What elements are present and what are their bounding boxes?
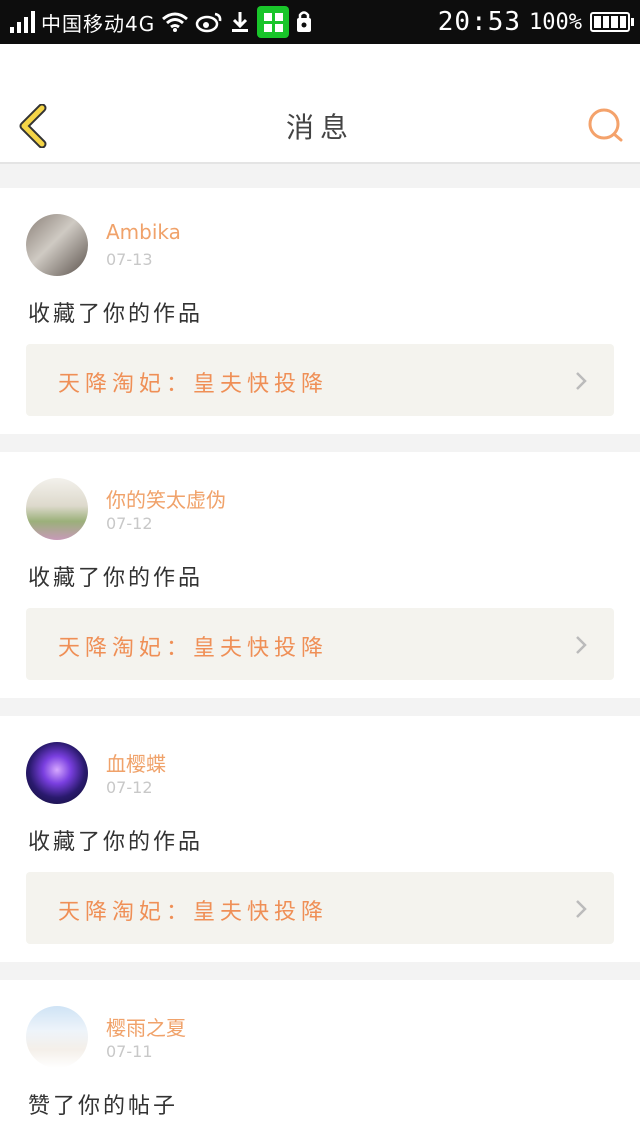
search-icon[interactable] (586, 106, 624, 144)
username[interactable]: 樱雨之夏 (106, 1012, 186, 1041)
battery-percent: 100% (529, 9, 582, 35)
work-title: 天降淘妃：皇夫快投降 (58, 372, 329, 397)
username[interactable]: 血樱蝶 (106, 748, 166, 777)
message-text: 收藏了你的作品 (28, 830, 204, 855)
message-text: 收藏了你的作品 (28, 302, 204, 327)
page-title: 消息 (285, 111, 354, 144)
clock: 20:53 (437, 7, 522, 37)
lock-bag-icon (297, 11, 312, 32)
message-text: 收藏了你的作品 (28, 566, 204, 591)
avatar[interactable] (26, 1006, 88, 1068)
chevron-right-icon (576, 372, 587, 390)
username[interactable]: Ambika (106, 220, 181, 244)
message-date: 07-11 (106, 1042, 153, 1061)
message-card: 你的笑太虚伪 07-12 收藏了你的作品 天降淘妃：皇夫快投降 (0, 452, 640, 698)
status-bar: 中国移动4G 20:53 100% (0, 0, 640, 44)
battery-icon (590, 12, 634, 32)
message-text: 赞了你的帖子 (28, 1094, 179, 1119)
work-link[interactable]: 天降淘妃：皇夫快投降 (26, 872, 614, 944)
signal-icon (10, 11, 35, 33)
message-card: 血樱蝶 07-12 收藏了你的作品 天降淘妃：皇夫快投降 (0, 716, 640, 962)
app-notification-icon (257, 6, 290, 38)
weibo-icon (195, 12, 222, 33)
chevron-right-icon (576, 900, 587, 918)
avatar[interactable] (26, 742, 88, 804)
message-date: 07-12 (106, 514, 153, 533)
avatar[interactable] (26, 478, 88, 540)
message-date: 07-12 (106, 778, 153, 797)
carrier-label: 中国移动4G (41, 11, 156, 36)
work-link[interactable]: 天降淘妃：皇夫快投降 (26, 608, 614, 680)
avatar[interactable] (26, 214, 88, 276)
chevron-right-icon (576, 636, 587, 654)
download-icon (232, 12, 249, 32)
navigation-bar: 消息 (0, 44, 640, 164)
message-card: 樱雨之夏 07-11 赞了你的帖子 (0, 980, 640, 1138)
work-title: 天降淘妃：皇夫快投降 (58, 636, 329, 661)
work-title: 天降淘妃：皇夫快投降 (58, 900, 329, 925)
work-link[interactable]: 天降淘妃：皇夫快投降 (26, 344, 614, 416)
message-date: 07-13 (106, 250, 153, 269)
message-card: Ambika 07-13 收藏了你的作品 天降淘妃：皇夫快投降 (0, 188, 640, 434)
wifi-icon (162, 12, 189, 32)
username[interactable]: 你的笑太虚伪 (106, 484, 226, 513)
